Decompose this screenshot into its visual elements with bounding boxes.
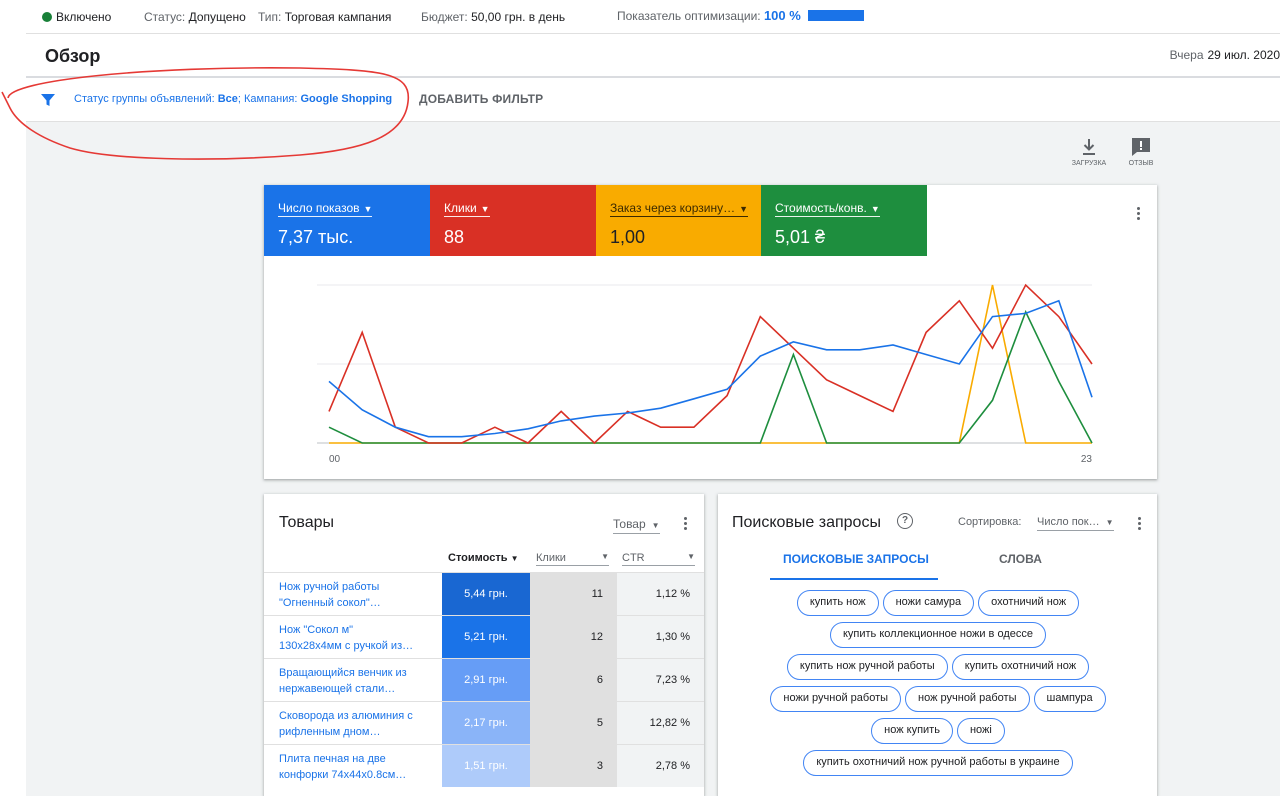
product-clicks: 5 xyxy=(530,702,617,744)
enabled-dot-icon xyxy=(42,12,52,22)
dropdown-caret-icon: ▼ xyxy=(480,204,490,214)
column-header-ctr[interactable]: CTR ▼ xyxy=(622,552,695,566)
tab-search-terms[interactable]: ПОИСКОВЫЕ ЗАПРОСЫ xyxy=(783,552,929,566)
search-terms-title: Поисковые запросы xyxy=(732,514,881,531)
product-cost: 5,44 грн. xyxy=(442,573,530,615)
help-icon[interactable]: ? xyxy=(897,513,913,529)
search-term-chip[interactable]: ножі xyxy=(956,718,1005,744)
search-more-icon[interactable] xyxy=(1138,517,1142,532)
chip-row: купить нож ножи самура охотничий нож xyxy=(748,590,1128,616)
download-icon xyxy=(1083,139,1095,155)
sort-caret-icon: ▼ xyxy=(510,554,519,563)
campaign-status-bar: Включено Статус: Допущено Тип: Торговая … xyxy=(26,0,1280,34)
approval-status: Статус: Допущено xyxy=(144,10,246,24)
product-ctr: 2,78 % xyxy=(617,745,704,787)
series-line xyxy=(328,309,1093,444)
search-terms-card: Поисковые запросы ? Сортировка: Число по… xyxy=(718,494,1157,796)
metric-tile-clicks[interactable]: Клики ▼ 88 xyxy=(430,185,596,256)
dropdown-caret-icon: ▼ xyxy=(651,521,660,530)
metric-tile-cart-orders[interactable]: Заказ через корзину… ▼ 1,00 xyxy=(596,185,762,256)
product-clicks: 12 xyxy=(530,616,617,658)
product-cost: 5,21 грн. xyxy=(442,616,530,658)
table-row[interactable]: Нож "Сокол м" 130х28х4мм с ручкой из… 5,21… xyxy=(264,615,704,658)
series-line xyxy=(328,299,1093,438)
product-ctr: 1,12 % xyxy=(617,573,704,615)
feedback-icon xyxy=(1132,138,1150,156)
chart-more-icon[interactable] xyxy=(1137,207,1141,222)
product-name[interactable]: Плита печная на две конфорки 74х44х0.8см… xyxy=(279,751,439,783)
product-clicks: 3 xyxy=(530,745,617,787)
chip-row: купить охотничий нож ручной работы в укр… xyxy=(748,750,1128,776)
column-header-cost[interactable]: Стоимость ▼ xyxy=(448,552,519,566)
product-clicks: 11 xyxy=(530,573,617,615)
product-clicks: 6 xyxy=(530,659,617,701)
metric-tile-cost-per-conversion[interactable]: Стоимость/конв. ▼ 5,01 ₴ xyxy=(761,185,927,256)
product-ctr: 1,30 % xyxy=(617,616,704,658)
chip-row: ножи ручной работы нож ручной работы шампу… xyxy=(748,686,1128,712)
search-term-chip[interactable]: купить нож ручной работы xyxy=(786,654,948,680)
dropdown-caret-icon: ▼ xyxy=(1105,518,1114,527)
search-term-chip[interactable]: охотничий нож xyxy=(978,590,1080,616)
table-row[interactable]: Вращающийся венчик из нержавеющей стали… 2… xyxy=(264,658,704,701)
search-term-chip[interactable]: купить нож xyxy=(796,590,879,616)
optimization-value: 100 % xyxy=(763,8,801,23)
x-tick-label: 23 xyxy=(1081,454,1093,465)
search-term-chips: купить нож ножи самура охотничий нож купить… xyxy=(748,590,1128,782)
tab-words[interactable]: СЛОВА xyxy=(999,552,1042,566)
products-dimension-dropdown[interactable]: Товар ▼ xyxy=(613,517,660,534)
sort-dropdown[interactable]: Число пок… ▼ xyxy=(1037,516,1114,531)
search-term-chip[interactable]: нож ручной работы xyxy=(905,686,1030,712)
download-button[interactable]: ЗАГРУЗКА xyxy=(1067,136,1111,167)
table-row[interactable]: Плита печная на две конфорки 74х44х0.8см…… xyxy=(264,744,704,787)
product-ctr: 7,23 % xyxy=(617,659,704,701)
search-term-chip[interactable]: купить коллекционное ножи в одессе xyxy=(829,622,1046,648)
table-row[interactable]: Нож ручной работы "Огненный сокол"… 5,44 г… xyxy=(264,572,704,615)
x-tick-label: 00 xyxy=(329,454,341,465)
product-cost: 1,51 грн. xyxy=(442,745,530,787)
add-filter-button[interactable]: ДОБАВИТЬ ФИЛЬТР xyxy=(419,92,543,106)
products-card: Товары Товар ▼ Стоимость ▼ Клики ▼ CTR ▼ Но… xyxy=(264,494,704,796)
optimization-bar xyxy=(808,10,865,21)
chip-row: купить нож ручной работы купить охотничий… xyxy=(748,654,1128,680)
search-term-chip[interactable]: ножи ручной работы xyxy=(770,686,902,712)
feedback-button[interactable]: ОТЗЫВ xyxy=(1119,136,1163,167)
products-more-icon[interactable] xyxy=(684,517,688,532)
enabled-status[interactable]: Включено xyxy=(42,10,111,24)
search-term-chip[interactable]: ножи самура xyxy=(882,590,975,616)
dropdown-caret-icon: ▼ xyxy=(601,552,609,561)
dropdown-caret-icon: ▼ xyxy=(870,204,880,214)
column-header-clicks[interactable]: Клики ▼ xyxy=(536,552,609,566)
dropdown-caret-icon: ▼ xyxy=(363,204,373,214)
table-row[interactable]: Сковорода из алюминия с рифленным дном… 2,… xyxy=(264,701,704,744)
chip-row: купить коллекционное ножи в одессе xyxy=(748,622,1128,648)
sort-label: Сортировка: xyxy=(958,516,1022,528)
product-name[interactable]: Нож "Сокол м" 130х28х4мм с ручкой из… xyxy=(279,622,439,654)
product-ctr: 12,82 % xyxy=(617,702,704,744)
search-term-chip[interactable]: шампура xyxy=(1033,686,1106,712)
active-tab-indicator xyxy=(770,578,938,580)
product-name[interactable]: Сковорода из алюминия с рифленным дном… xyxy=(279,708,439,740)
product-name[interactable]: Вращающийся венчик из нержавеющей стали… xyxy=(279,665,439,697)
product-cost: 2,17 грн. xyxy=(442,702,530,744)
search-term-chip[interactable]: купить охотничий нож ручной работы в укр… xyxy=(803,750,1073,776)
campaign-budget[interactable]: Бюджет: 50,00 грн. в день xyxy=(421,10,565,24)
optimization-score[interactable]: Показатель оптимизации: 100 % xyxy=(617,8,865,23)
campaign-type: Тип: Торговая кампания xyxy=(258,10,392,24)
metric-tile-impressions[interactable]: Число показов ▼ 7,37 тыс. xyxy=(264,185,430,256)
date-range-picker[interactable]: Вчера 29 июл. 2020 xyxy=(1170,48,1280,62)
search-term-chip[interactable]: нож купить xyxy=(871,718,953,744)
products-title: Товары xyxy=(279,514,335,531)
product-cost: 2,91 грн. xyxy=(442,659,530,701)
red-annotation-circle xyxy=(1,67,410,160)
chip-row: нож купить ножі xyxy=(748,718,1128,744)
dropdown-caret-icon: ▼ xyxy=(739,204,749,214)
product-name[interactable]: Нож ручной работы "Огненный сокол"… xyxy=(279,579,439,611)
performance-line-chart: 00 23 xyxy=(317,283,1093,465)
performance-chart-card: Число показов ▼ 7,37 тыс. Клики ▼ 88 Заказ… xyxy=(264,185,1157,479)
dropdown-caret-icon: ▼ xyxy=(687,552,695,561)
search-term-chip[interactable]: купить охотничий нож xyxy=(951,654,1090,680)
